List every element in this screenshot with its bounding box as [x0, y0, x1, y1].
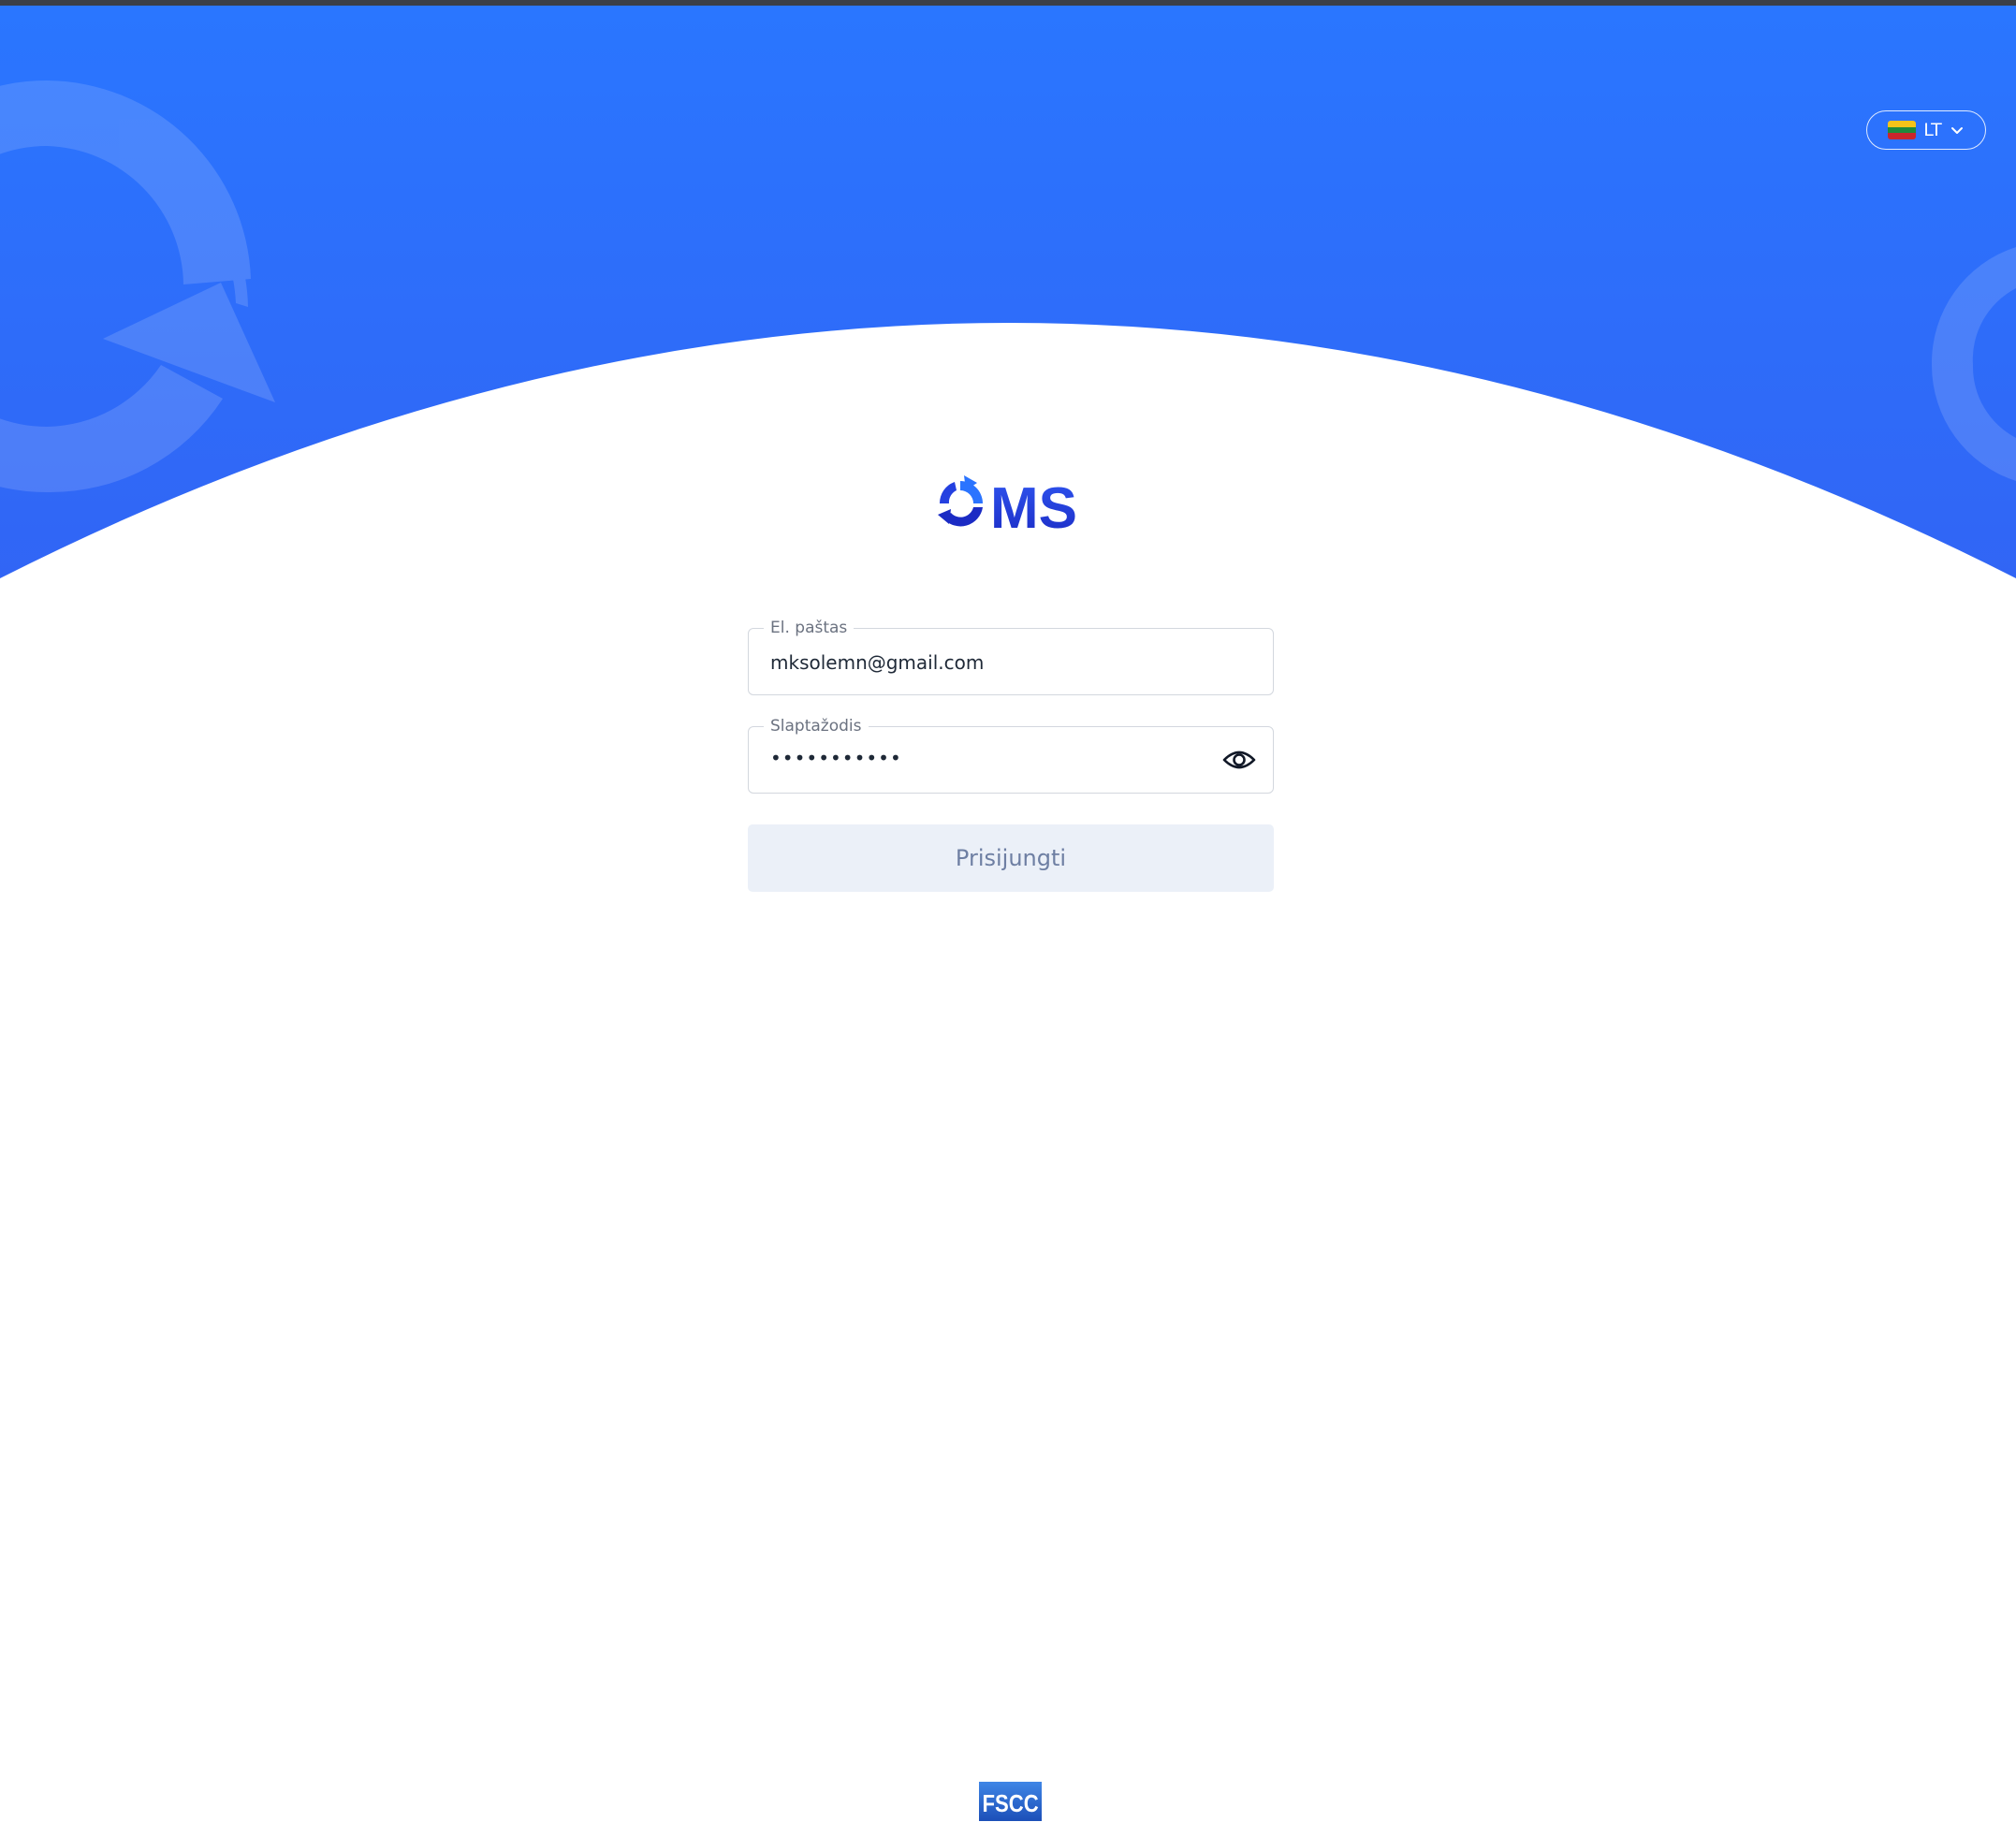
browser-top-strip [0, 0, 2016, 6]
login-button[interactable]: Prisijungti [748, 824, 1274, 892]
language-code: LT [1923, 120, 1942, 140]
fscc-logo-text: FSCC [983, 1790, 1039, 1817]
password-field[interactable]: Slaptažodis ••••••••••• [748, 716, 1274, 794]
lithuania-flag-icon [1888, 121, 1917, 139]
refresh-icon [938, 475, 983, 527]
fscc-logo: FSCC [979, 1782, 1042, 1821]
password-input[interactable]: ••••••••••• [770, 746, 902, 770]
email-label: El. paštas [764, 618, 855, 638]
chevron-down-icon [1950, 127, 1963, 134]
logo-text: MS [990, 476, 1077, 535]
eye-icon[interactable] [1222, 747, 1256, 773]
email-field[interactable]: El. paštas mksolemn@gmail.com [748, 618, 1274, 695]
password-label: Slaptažodis [764, 716, 869, 736]
language-selector[interactable]: LT [1866, 110, 1986, 150]
oms-logo: MS [938, 475, 1077, 535]
email-input[interactable]: mksolemn@gmail.com [770, 650, 984, 675]
